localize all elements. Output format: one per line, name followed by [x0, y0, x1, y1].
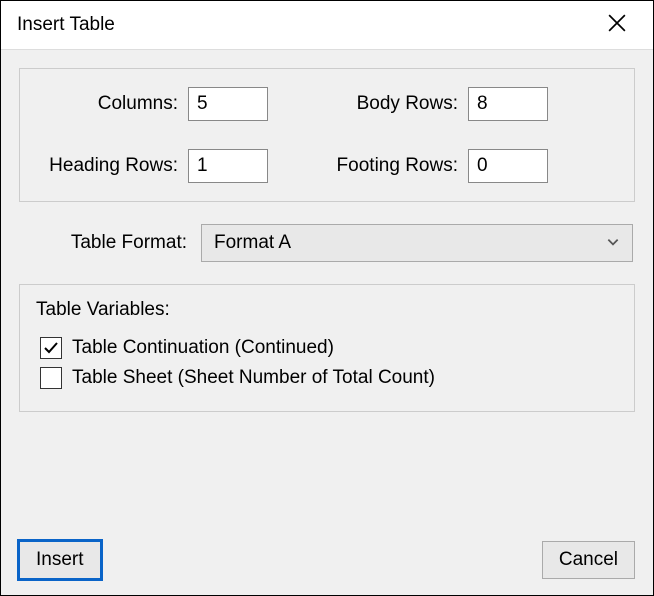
dimensions-group: Columns: Body Rows: Heading Rows: Footin…: [19, 68, 635, 202]
dialog-title: Insert Table: [17, 14, 115, 36]
cancel-button[interactable]: Cancel: [542, 541, 635, 579]
continuation-checkbox[interactable]: [40, 337, 62, 359]
table-format-dropdown[interactable]: Format A: [201, 224, 633, 262]
footing-rows-input[interactable]: [468, 149, 548, 183]
close-icon: [608, 14, 626, 37]
body-rows-label: Body Rows:: [318, 93, 468, 115]
close-button[interactable]: [597, 5, 637, 45]
continuation-checkbox-row[interactable]: Table Continuation (Continued): [36, 333, 618, 363]
continuation-label: Table Continuation (Continued): [72, 337, 334, 359]
table-format-label: Table Format:: [21, 232, 201, 254]
columns-label: Columns:: [38, 93, 188, 115]
sheet-checkbox-row[interactable]: Table Sheet (Sheet Number of Total Count…: [36, 363, 618, 393]
chevron-down-icon: [606, 233, 620, 254]
footing-rows-label: Footing Rows:: [318, 155, 468, 177]
table-variables-group: Table Variables: Table Continuation (Con…: [19, 284, 635, 412]
sheet-label: Table Sheet (Sheet Number of Total Count…: [72, 367, 435, 389]
table-format-row: Table Format: Format A: [19, 224, 635, 262]
table-variables-title: Table Variables:: [36, 299, 618, 321]
heading-rows-input[interactable]: [188, 149, 268, 183]
insert-button[interactable]: Insert: [19, 541, 101, 579]
body-rows-input[interactable]: [468, 87, 548, 121]
heading-rows-label: Heading Rows:: [38, 155, 188, 177]
button-row: Insert Cancel: [19, 523, 635, 579]
sheet-checkbox[interactable]: [40, 367, 62, 389]
columns-input[interactable]: [188, 87, 268, 121]
insert-table-dialog: Insert Table Columns: Body Rows: Heading…: [0, 0, 654, 596]
dialog-body: Columns: Body Rows: Heading Rows: Footin…: [1, 49, 653, 595]
table-format-value: Format A: [214, 232, 291, 254]
titlebar: Insert Table: [1, 1, 653, 49]
